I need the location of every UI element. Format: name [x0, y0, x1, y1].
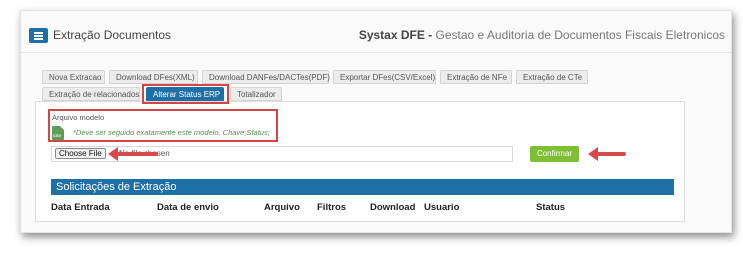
column-filtros: Filtros: [317, 202, 347, 213]
brand-title: Systax DFE - Gestao e Auditoria de Docum…: [359, 28, 725, 42]
tab-download-dfes-xml[interactable]: Download DFes(XML): [109, 70, 198, 84]
extraction-requests-header: Solicitações de Extração: [51, 179, 674, 195]
tab-extracao-nfe[interactable]: Extração de NFe: [440, 70, 512, 84]
file-model-highlight-box: [48, 109, 278, 142]
tab-exportar-dfes[interactable]: Exportar DFes(CSV/Excel): [333, 70, 436, 84]
tab-extracao-relacionados[interactable]: Extração de relacionados: [42, 87, 140, 101]
arrow-to-choose-file: [108, 147, 158, 161]
tab-download-danfes-pdf[interactable]: Download DANFes/DACTes(PDF): [202, 70, 330, 84]
brand-name: Systax DFE -: [358, 28, 433, 42]
column-data-envio: Data de envio: [157, 202, 219, 213]
tab-extracao-cte[interactable]: Extração de CTe: [516, 70, 588, 84]
confirm-button[interactable]: Confirmar: [530, 146, 579, 162]
tab-highlight-box: [142, 84, 229, 104]
column-usuario: Usuario: [424, 202, 460, 213]
column-arquivo: Arquivo: [264, 202, 300, 213]
column-download: Download: [370, 202, 416, 213]
tab-nova-extracao[interactable]: Nova Extracao: [42, 70, 105, 84]
column-data-entrada: Data Entrada: [51, 202, 110, 213]
column-status: Status: [536, 202, 566, 213]
hamburger-menu-icon[interactable]: [29, 28, 48, 43]
page-title: Extração Documentos: [53, 28, 172, 42]
brand-subtitle: Gestao e Auditoria de Documentos Fiscais…: [432, 28, 725, 42]
tab-totalizador[interactable]: Totalizador: [230, 87, 282, 101]
choose-file-button[interactable]: Choose File: [55, 148, 106, 159]
top-bar: Extração Documentos Systax DFE - Gestao …: [21, 11, 731, 53]
arrow-to-confirm: [588, 147, 626, 161]
